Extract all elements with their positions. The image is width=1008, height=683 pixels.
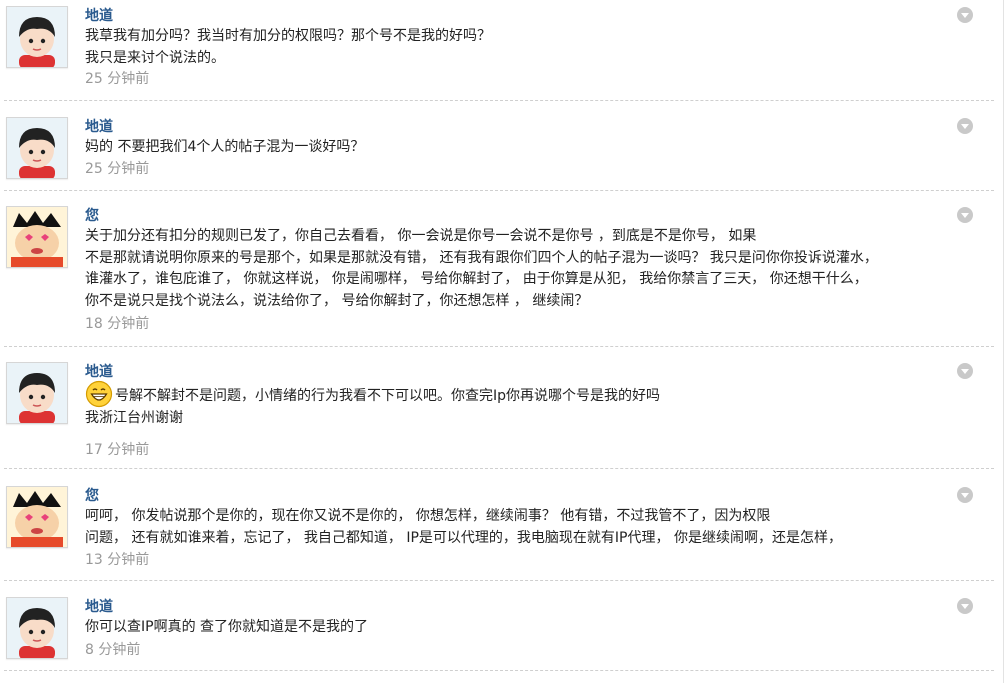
avatar[interactable] (6, 117, 68, 179)
message-item: 地道 号解不解封不是问题，小情绪的行为我看不下可以吧。你查完Ip你再说哪个号是我… (0, 362, 994, 462)
divider (4, 346, 994, 347)
divider (4, 190, 994, 191)
message-item: 您 呵呵， 你发帖说那个是你的，现在你又说不是你的， 你想怎样，继续闹事？ 他有… (0, 486, 994, 572)
message-text: 关于加分还有扣分的规则已发了，你自己去看看， 你一会说是你号一会说不是你号 ，到… (85, 228, 878, 309)
divider (4, 100, 994, 101)
message-text: 我草我有加分吗？我当时有加分的权限吗？那个号不是我的好吗？ 我只是来讨个说法的。 (85, 28, 491, 66)
grin-emoji-icon (85, 380, 113, 408)
avatar[interactable] (6, 362, 68, 424)
message-time: 13 分钟前 (85, 552, 150, 568)
message-item: 地道 妈的 不要把我们4个人的帖子混为一谈好吗？ 25 分钟前 (0, 117, 994, 181)
boy-avatar-icon (7, 7, 67, 67)
sender-name[interactable]: 您 (85, 206, 99, 226)
chevron-down-icon[interactable] (957, 207, 973, 223)
message-text: 呵呵， 你发帖说那个是你的，现在你又说不是你的， 你想怎样，继续闹事？ 他有错，… (85, 508, 842, 546)
message-text: 你可以查IP啊真的 查了你就知道是不是我的了 (85, 619, 369, 635)
avatar[interactable] (6, 486, 68, 548)
message-item: 地道 我草我有加分吗？我当时有加分的权限吗？那个号不是我的好吗？ 我只是来讨个说… (0, 6, 994, 92)
boy-avatar-icon (7, 118, 67, 178)
message-item: 地道 你可以查IP啊真的 查了你就知道是不是我的了 8 分钟前 (0, 597, 994, 661)
sender-name[interactable]: 地道 (85, 362, 113, 382)
avatar[interactable] (6, 206, 68, 268)
chevron-down-icon[interactable] (957, 363, 973, 379)
sender-name[interactable]: 您 (85, 486, 99, 506)
divider (4, 670, 994, 671)
message-time: 25 分钟前 (85, 161, 150, 177)
divider (4, 468, 994, 469)
cartoon-avatar-icon (7, 207, 67, 267)
message-item: 您 关于加分还有扣分的规则已发了，你自己去看看， 你一会说是你号一会说不是你号 … (0, 206, 994, 336)
avatar[interactable] (6, 6, 68, 68)
divider (4, 580, 994, 581)
avatar[interactable] (6, 597, 68, 659)
sender-name[interactable]: 地道 (85, 117, 113, 137)
boy-avatar-icon (7, 598, 67, 658)
message-time: 25 分钟前 (85, 71, 150, 87)
sender-name[interactable]: 地道 (85, 597, 113, 617)
page-right-border (1003, 0, 1004, 683)
message-time: 17 分钟前 (85, 442, 150, 458)
chevron-down-icon[interactable] (957, 7, 973, 23)
chevron-down-icon[interactable] (957, 598, 973, 614)
boy-avatar-icon (7, 363, 67, 423)
sender-name[interactable]: 地道 (85, 6, 113, 26)
chevron-down-icon[interactable] (957, 487, 973, 503)
message-text: 号解不解封不是问题，小情绪的行为我看不下可以吧。你查完Ip你再说哪个号是我的好吗… (85, 380, 985, 430)
message-time: 18 分钟前 (85, 316, 150, 332)
message-text: 妈的 不要把我们4个人的帖子混为一谈好吗？ (85, 139, 365, 155)
message-time: 8 分钟前 (85, 642, 141, 658)
cartoon-avatar-icon (7, 487, 67, 547)
chevron-down-icon[interactable] (957, 118, 973, 134)
